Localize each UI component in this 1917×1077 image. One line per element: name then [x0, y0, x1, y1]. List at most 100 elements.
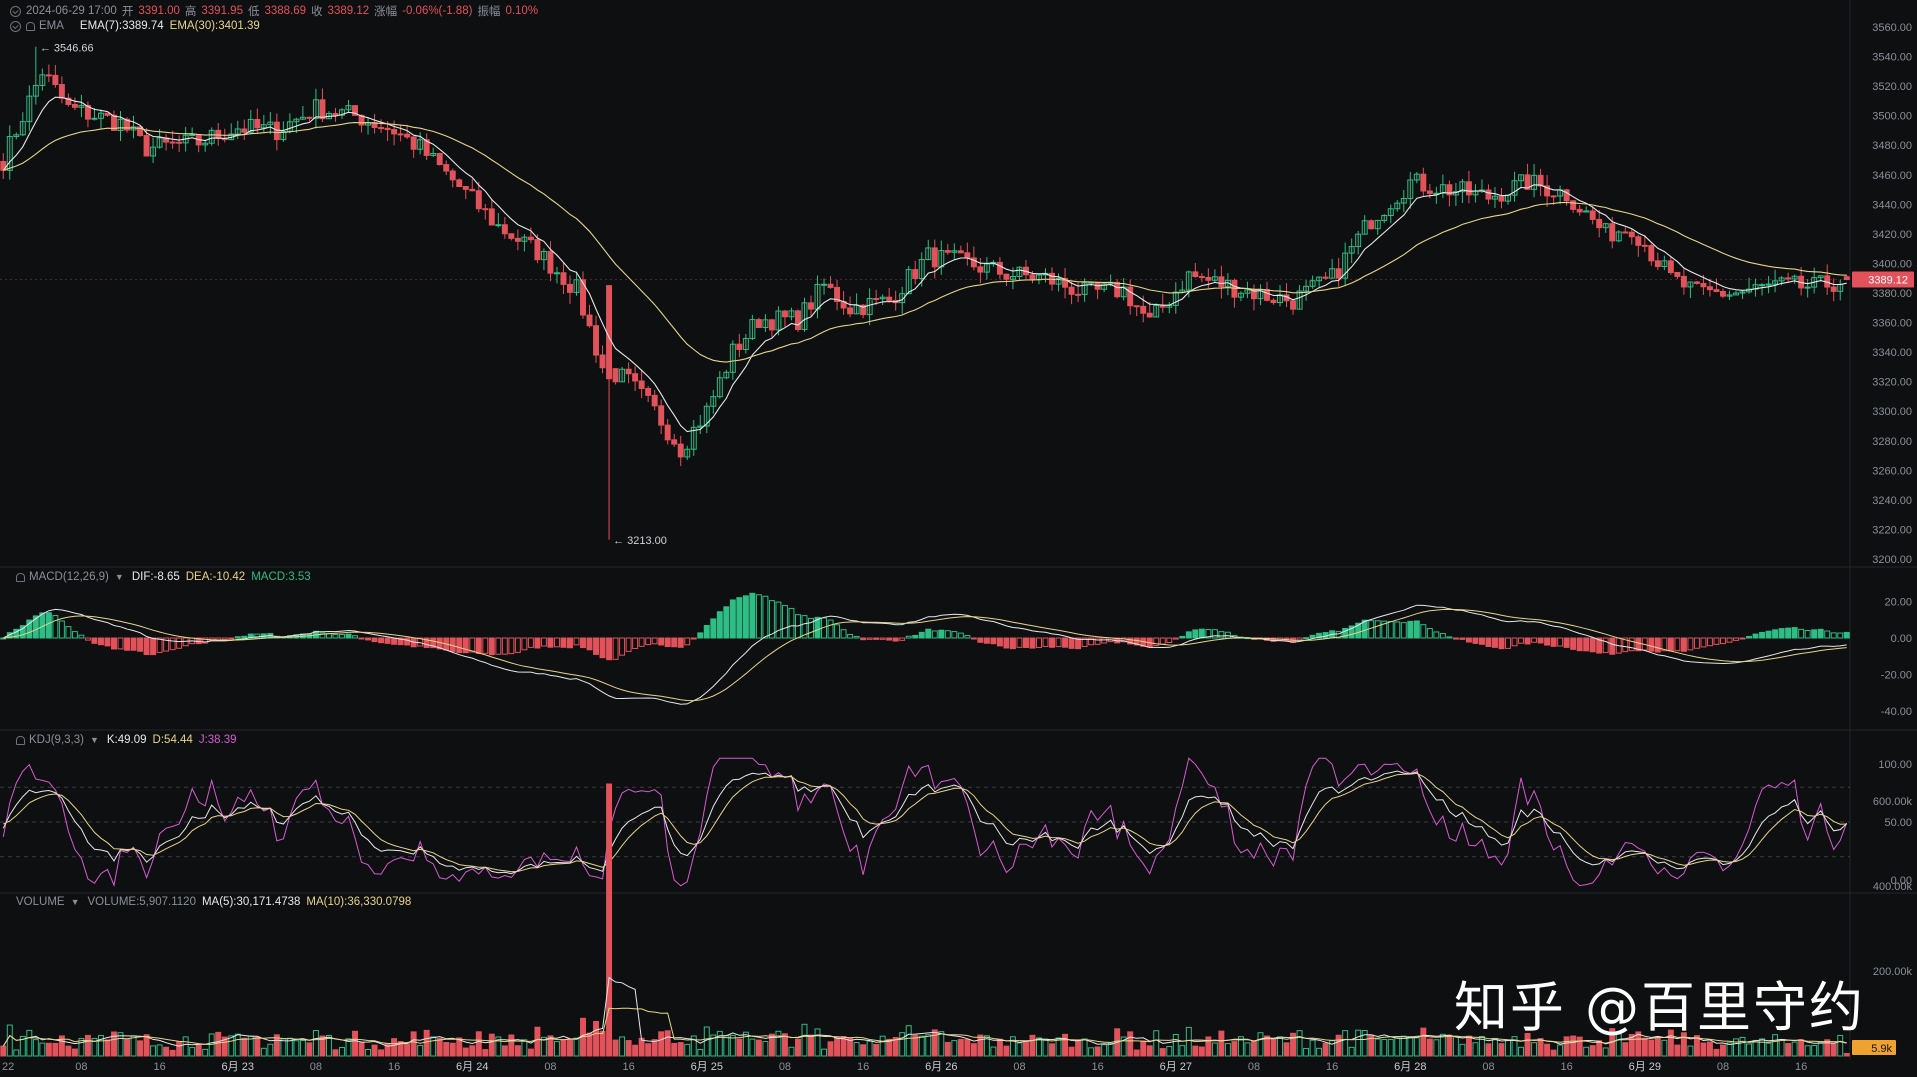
macd-bar	[1824, 630, 1831, 639]
candle	[593, 325, 600, 356]
macd-bar	[1778, 628, 1785, 639]
volume-bar	[150, 1045, 157, 1057]
settings-icon[interactable]	[10, 5, 21, 17]
candle	[1114, 281, 1121, 298]
volume-bar	[1049, 1043, 1056, 1057]
candle	[1589, 210, 1596, 220]
kdj-indicator-name[interactable]: KDJ(9,3,3)	[29, 734, 84, 746]
time-axis-label: 08	[1717, 1061, 1729, 1073]
volume-bar	[1661, 1039, 1668, 1057]
candle	[1192, 271, 1199, 278]
candles	[0, 46, 1850, 540]
volume-bar	[1420, 1027, 1427, 1057]
volume-bar	[651, 1039, 658, 1057]
volume-bar	[1394, 1037, 1401, 1057]
dropdown-caret-icon[interactable]: ▼	[90, 735, 99, 745]
macd-bar	[586, 637, 593, 651]
volume-bar	[1544, 1043, 1551, 1057]
volume-bar	[169, 1049, 176, 1057]
time-axis-label: 16	[857, 1061, 869, 1073]
ema-indicator-name[interactable]: EMA	[39, 20, 64, 32]
candle	[176, 141, 183, 144]
volume-bar	[475, 1031, 482, 1057]
candle	[1576, 208, 1583, 213]
price-axis-label: 3480.00	[1872, 140, 1912, 152]
bell-icon[interactable]	[16, 572, 25, 582]
volume-bar	[599, 1030, 606, 1057]
volume-bar	[202, 1048, 209, 1057]
volume-bar	[827, 1041, 834, 1057]
macd-bar	[1029, 637, 1036, 649]
candle	[58, 84, 65, 99]
candle	[1635, 236, 1642, 246]
volume-bar	[501, 1045, 508, 1057]
candle	[1648, 245, 1655, 262]
macd-bar	[345, 633, 352, 639]
macd-bar	[834, 624, 841, 639]
candle	[273, 121, 280, 141]
macd-bar	[1765, 630, 1772, 639]
candle	[1596, 218, 1603, 229]
macd-bar	[352, 635, 358, 639]
volume-bar	[182, 1036, 189, 1057]
volume-bar	[645, 1043, 652, 1057]
macd-bar	[1798, 628, 1805, 639]
bell-icon[interactable]	[16, 735, 25, 745]
macd-bar	[905, 635, 912, 639]
macd-indicator-name[interactable]: MACD(12,26,9)	[29, 571, 109, 583]
candle	[495, 224, 502, 227]
volume-bar	[1303, 1047, 1310, 1057]
bell-icon[interactable]	[26, 21, 35, 31]
candle	[169, 141, 176, 144]
candle	[1654, 260, 1661, 267]
macd-dif: DIF:-8.65	[131, 571, 180, 583]
dropdown-caret-icon[interactable]: ▼	[71, 897, 80, 907]
macd-bar	[462, 637, 469, 654]
macd-bar	[1563, 637, 1570, 648]
candle	[410, 136, 417, 150]
volume-bar	[1811, 1045, 1818, 1057]
candle	[469, 188, 476, 192]
macd-bar	[521, 637, 528, 651]
candle	[586, 314, 593, 327]
macd-header: MACD(12,26,9) ▼ DIF:-8.65 DEA:-10.42 MAC…	[16, 571, 311, 583]
volume-bar	[573, 1037, 580, 1057]
visibility-icon[interactable]	[10, 20, 21, 32]
volume-bar	[1583, 1046, 1590, 1057]
volume-axis-label: 400.00k	[1873, 881, 1913, 893]
macd-dif-line	[3, 604, 1847, 705]
trading-chart[interactable]: ← 3546.66 ← 3213.00 3560.00 3540.00 3520.00 3…	[0, 0, 1917, 1077]
volume-bar	[1036, 1037, 1042, 1057]
volume-bar	[814, 1028, 821, 1057]
macd-bar	[228, 637, 235, 640]
volume-bar	[462, 1047, 469, 1057]
volume-bar	[1413, 1037, 1420, 1057]
volume-bar	[1075, 1039, 1082, 1057]
candle	[1700, 282, 1707, 288]
candle	[319, 99, 326, 120]
macd-bar	[1420, 624, 1427, 639]
macd-bar	[1303, 637, 1310, 640]
price-axis-label: 3260.00	[1872, 465, 1912, 477]
macd-bar	[1752, 633, 1759, 639]
macd-bar	[606, 637, 613, 661]
volume-indicator-name[interactable]: VOLUME	[16, 896, 65, 908]
macd-bar	[651, 637, 658, 645]
macd-bar	[1772, 629, 1779, 639]
macd-bar	[540, 637, 547, 647]
macd-bar	[1465, 637, 1472, 643]
candle	[827, 283, 834, 288]
macd-bar	[365, 637, 372, 641]
macd-bar	[495, 637, 502, 655]
candle	[456, 179, 463, 187]
macd-bar	[625, 637, 632, 652]
candle	[1029, 274, 1036, 281]
dropdown-caret-icon[interactable]: ▼	[115, 572, 124, 582]
volume-bar	[527, 1048, 534, 1057]
macd-bar	[931, 630, 938, 639]
macd-axis-label: 20.00	[1884, 597, 1912, 609]
volume-bar	[1322, 1042, 1329, 1057]
volume-bar	[1518, 1046, 1525, 1057]
candle	[1290, 300, 1297, 310]
macd-bar	[684, 637, 691, 646]
